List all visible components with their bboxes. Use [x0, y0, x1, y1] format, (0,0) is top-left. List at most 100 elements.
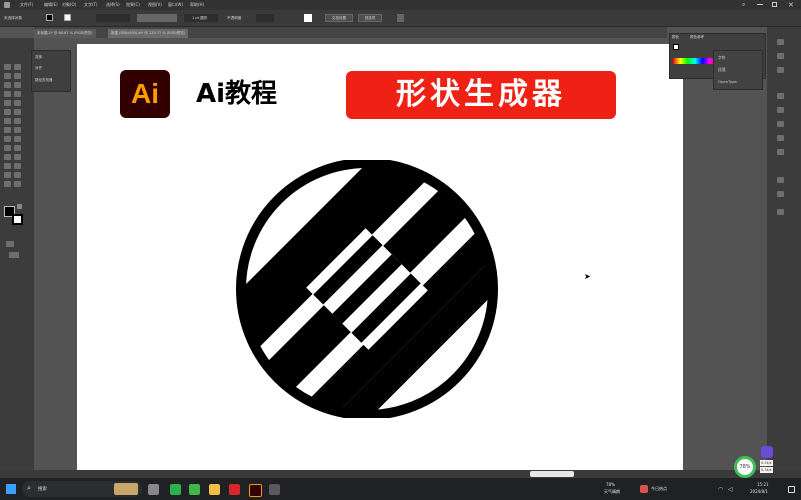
menu-object[interactable]: 对象(O)	[62, 2, 76, 8]
menu-edit[interactable]: 编辑(E)	[44, 2, 58, 8]
properties-icon[interactable]	[777, 39, 784, 45]
illustrator-taskbar-icon[interactable]	[249, 484, 262, 497]
symbol-sprayer-tool-icon[interactable]	[4, 163, 11, 169]
search-icon[interactable]: ⌕	[742, 1, 745, 9]
speed-widget[interactable]: 78% 0.5k/s 0.3k/s	[734, 456, 796, 480]
menu-help[interactable]: 帮助(H)	[190, 2, 204, 8]
scale-tool-icon[interactable]	[14, 118, 21, 124]
swap-colors-icon[interactable]	[17, 204, 22, 209]
panel-item-transform[interactable]: 变换	[35, 55, 42, 60]
perspective-grid-tool-icon[interactable]	[14, 136, 21, 142]
transparency-icon[interactable]	[777, 177, 784, 183]
fill-swatch-panel[interactable]	[673, 44, 679, 50]
news-icon[interactable]	[640, 485, 648, 493]
fill-swatch[interactable]	[46, 14, 53, 21]
clock-date[interactable]: 2024/8/1	[750, 489, 768, 494]
menu-select[interactable]: 选择(S)	[106, 2, 120, 8]
rectangle-tool-icon[interactable]	[4, 100, 11, 106]
wps-icon[interactable]	[229, 484, 240, 495]
column-graph-tool-icon[interactable]	[14, 163, 21, 169]
libraries-icon[interactable]	[777, 67, 784, 73]
home-icon[interactable]	[4, 2, 10, 8]
panel-item-align[interactable]: 对齐	[35, 66, 42, 71]
mesh-tool-icon[interactable]	[4, 145, 11, 151]
shape-builder-tool-icon[interactable]	[4, 136, 11, 142]
stroke-color-icon[interactable]	[12, 214, 23, 225]
tab-document-2[interactable]: 新建 (800x500).ai* @ 129.77 % (RGB/预览)	[108, 29, 189, 38]
selection-tool-icon[interactable]	[4, 64, 11, 70]
stroke-swatch[interactable]	[64, 14, 71, 21]
pen-tool-icon[interactable]	[4, 82, 11, 88]
taskbar-search-box[interactable]: ⌕ 搜索	[22, 481, 142, 497]
app-taskbar-icon[interactable]	[269, 484, 280, 495]
clock-time[interactable]: 15:21	[757, 482, 769, 487]
layers-icon[interactable]	[777, 53, 784, 59]
artboard-tool-icon[interactable]	[4, 172, 11, 178]
comments-icon[interactable]	[777, 209, 784, 215]
woven-knot-artwork[interactable]	[230, 160, 505, 418]
color-spectrum[interactable]	[673, 58, 717, 64]
paintbrush-tool-icon[interactable]	[14, 100, 21, 106]
maximize-icon[interactable]	[772, 2, 777, 7]
menu-view[interactable]: 视图(V)	[148, 2, 162, 8]
notification-icon[interactable]	[788, 486, 795, 493]
style-swatch[interactable]	[304, 14, 312, 22]
wechat-icon[interactable]	[170, 484, 181, 495]
free-transform-tool-icon[interactable]	[14, 127, 21, 133]
eyedropper-tool-icon[interactable]	[4, 154, 11, 160]
browser-icon[interactable]	[189, 484, 200, 495]
swatches-icon[interactable]	[777, 93, 784, 99]
line-tool-icon[interactable]	[14, 91, 21, 97]
type-tool-icon[interactable]	[4, 91, 11, 97]
panel-item-opentype[interactable]: OpenType	[718, 79, 737, 84]
graphic-styles-icon[interactable]	[777, 135, 784, 141]
windows-start-icon[interactable]	[6, 484, 16, 494]
brush-field[interactable]	[137, 14, 177, 22]
tab-document-1[interactable]: 未标题-1* @ 66.67 % (RGB/预览)	[34, 29, 96, 38]
tab-color[interactable]: 颜色	[672, 35, 679, 40]
stroke-weight-field[interactable]	[96, 14, 130, 22]
news-label[interactable]: 今日热点	[651, 486, 667, 492]
panel-item-paragraph[interactable]: 段落	[718, 67, 726, 73]
menu-window[interactable]: 窗口(W)	[168, 2, 183, 8]
wifi-icon[interactable]: ◠	[718, 486, 723, 493]
preferences-button[interactable]: 首选项	[358, 14, 382, 22]
volume-icon[interactable]: ◁	[728, 486, 733, 493]
appearance-icon[interactable]	[777, 149, 784, 155]
blend-tool-icon[interactable]	[14, 154, 21, 160]
eraser-tool-icon[interactable]	[14, 109, 21, 115]
tab-color-guide[interactable]: 颜色参考	[690, 35, 704, 40]
arrange-icon[interactable]	[397, 14, 404, 22]
menu-file[interactable]: 文件(F)	[20, 2, 33, 8]
panel-item-character[interactable]: 字符	[718, 55, 726, 61]
brushes-icon[interactable]	[777, 107, 784, 113]
weather-temp[interactable]: 78%	[606, 482, 615, 487]
hand-tool-icon[interactable]	[4, 181, 11, 187]
minimize-icon[interactable]	[757, 4, 763, 5]
magic-wand-tool-icon[interactable]	[4, 73, 11, 79]
zoom-tool-icon[interactable]	[14, 181, 21, 187]
menu-effect[interactable]: 效果(C)	[126, 2, 140, 8]
export-icon[interactable]	[777, 191, 784, 197]
pencil-tool-icon[interactable]	[4, 109, 11, 115]
mini-toolbar[interactable]	[530, 471, 574, 477]
slice-tool-icon[interactable]	[14, 172, 21, 178]
opacity-field[interactable]	[256, 14, 274, 22]
title-banner: 形状生成器	[346, 71, 616, 119]
draw-mode-icon[interactable]	[6, 241, 14, 247]
task-view-icon[interactable]	[148, 484, 159, 495]
menu-type[interactable]: 文字(T)	[84, 2, 98, 8]
panel-item-pathfinder[interactable]: 路径查找器	[35, 78, 53, 83]
rotate-tool-icon[interactable]	[4, 118, 11, 124]
curvature-tool-icon[interactable]	[14, 82, 21, 88]
file-explorer-icon[interactable]	[209, 484, 220, 495]
width-tool-icon[interactable]	[4, 127, 11, 133]
symbols-icon[interactable]	[777, 121, 784, 127]
stroke-style-field[interactable]: 1 pt 圆形	[184, 14, 218, 22]
doc-setup-button[interactable]: 文档设置	[325, 14, 353, 22]
close-icon[interactable]: ✕	[788, 1, 794, 9]
gradient-tool-icon[interactable]	[14, 145, 21, 151]
lasso-tool-icon[interactable]	[14, 73, 21, 79]
direct-selection-tool-icon[interactable]	[14, 64, 21, 70]
screen-mode-icon[interactable]	[9, 252, 19, 258]
